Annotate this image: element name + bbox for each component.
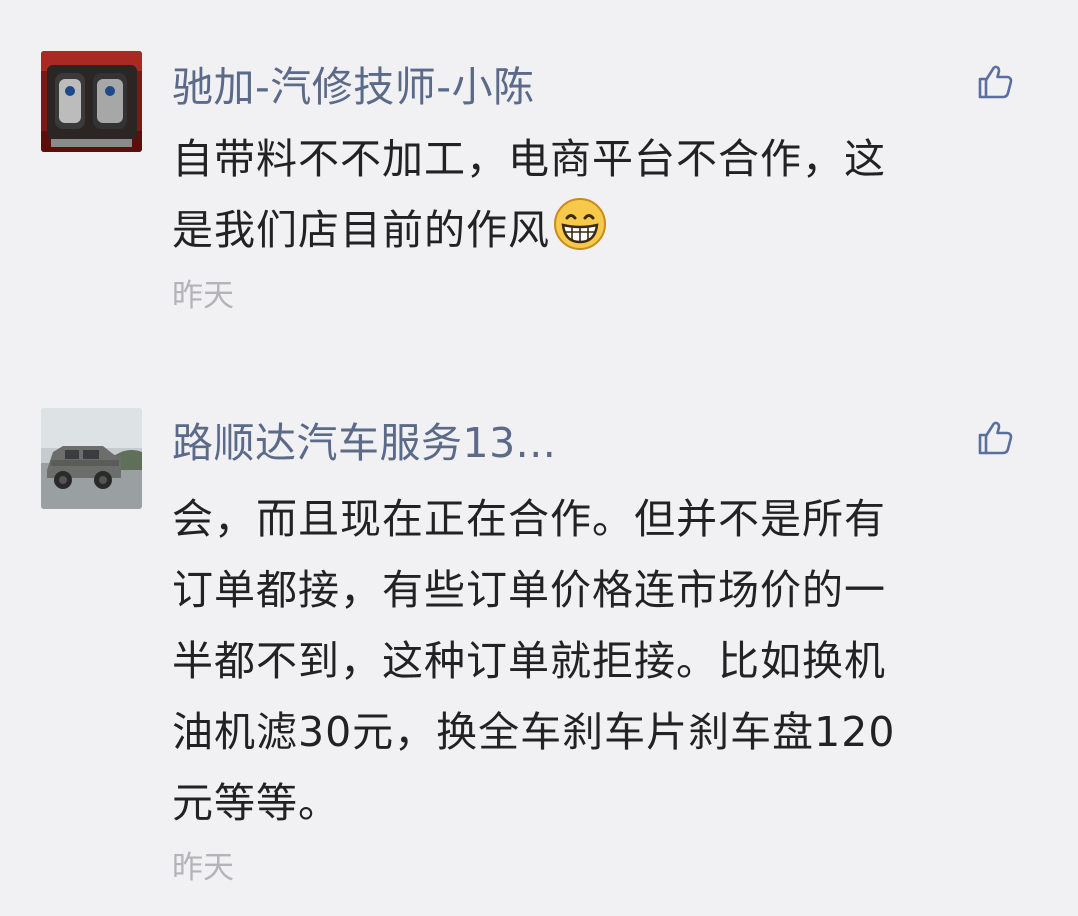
car-key-fob-photo [41,51,142,152]
like-button[interactable] [975,62,1015,102]
comment-item: 驰加-汽修技师-小陈 自带料不不加工，电商平台不合作，这 是我们店目前的作风 昨… [0,0,1078,340]
comment-username[interactable]: 驰加-汽修技师-小陈 [172,62,535,112]
comment-line: 自带料不不加工，电商平台不合作，这 [172,135,886,183]
thumbs-up-icon [978,65,1013,99]
comment-timestamp: 昨天 [172,850,234,886]
comment-line: 油机滤30元，换全车刹车片刹车盘120 [172,708,896,756]
comment-line: 元等等。 [172,779,340,827]
avatar[interactable] [41,51,142,152]
like-button[interactable] [975,418,1015,458]
armored-vehicle-photo [41,408,142,509]
comment-item: 路顺达汽车服务13... 会，而且现在正在合作。但并不是所有 订单都接，有些订单… [0,340,1078,916]
comment-line-with-emoji: 是我们店目前的作风 [172,195,1012,266]
comment-body: 会，而且现在正在合作。但并不是所有 订单都接，有些订单价格连市场价的一 半都不到… [172,484,1012,839]
comment-timestamp: 昨天 [172,278,234,314]
grinning-face-icon [552,196,608,252]
avatar[interactable] [41,408,142,509]
comment-line: 半都不到，这种订单就拒接。比如换机 [172,637,886,685]
comment-line: 是我们店目前的作风 [172,206,550,254]
comment-body: 自带料不不加工，电商平台不合作，这 是我们店目前的作风 [172,124,1012,266]
comment-username[interactable]: 路顺达汽车服务13... [172,418,556,468]
comment-line: 订单都接，有些订单价格连市场价的一 [172,566,886,614]
thumbs-up-icon [978,421,1013,455]
comment-line: 会，而且现在正在合作。但并不是所有 [172,495,886,543]
